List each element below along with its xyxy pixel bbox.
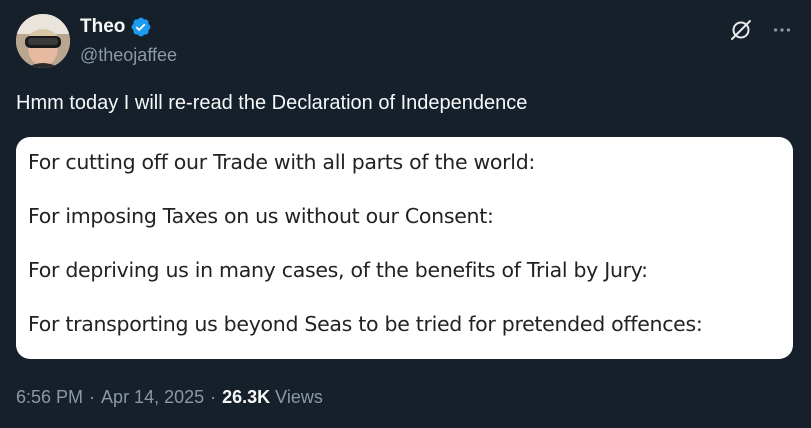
author-handle[interactable]: @theojaffee (80, 45, 177, 66)
verified-badge-icon[interactable] (130, 16, 152, 38)
author-display-name[interactable]: Theo (80, 16, 125, 38)
views-count[interactable]: 26.3K (222, 387, 270, 408)
media-text-line: For imposing Taxes on us without our Con… (28, 204, 494, 228)
media-text-line: For cutting off our Trade with all parts… (28, 150, 536, 174)
tweet-time[interactable]: 6:56 PM (16, 387, 83, 408)
tweet-date[interactable]: Apr 14, 2025 (101, 387, 204, 408)
tweet: Theo @theojaffee Hmm today I will re-rea… (0, 0, 811, 428)
tweet-media-image[interactable]: For cutting off our Trade with all parts… (16, 137, 793, 359)
meta-separator: · (89, 387, 96, 407)
views-label: Views (275, 387, 323, 407)
media-text-line: For depriving us in many cases, of the b… (28, 258, 648, 282)
more-icon[interactable] (771, 19, 793, 41)
grok-icon[interactable] (729, 18, 753, 42)
tweet-meta: 6:56 PM · Apr 14, 2025 · 26.3K Views (16, 387, 323, 408)
tweet-text: Hmm today I will re-read the Declaration… (16, 92, 528, 114)
avatar[interactable] (16, 14, 70, 68)
tweet-actions-top (729, 18, 793, 42)
meta-separator: · (210, 387, 217, 407)
avatar-image (16, 14, 70, 68)
media-text-line: For transporting us beyond Seas to be tr… (28, 312, 703, 336)
author-name-row: Theo (80, 16, 152, 38)
